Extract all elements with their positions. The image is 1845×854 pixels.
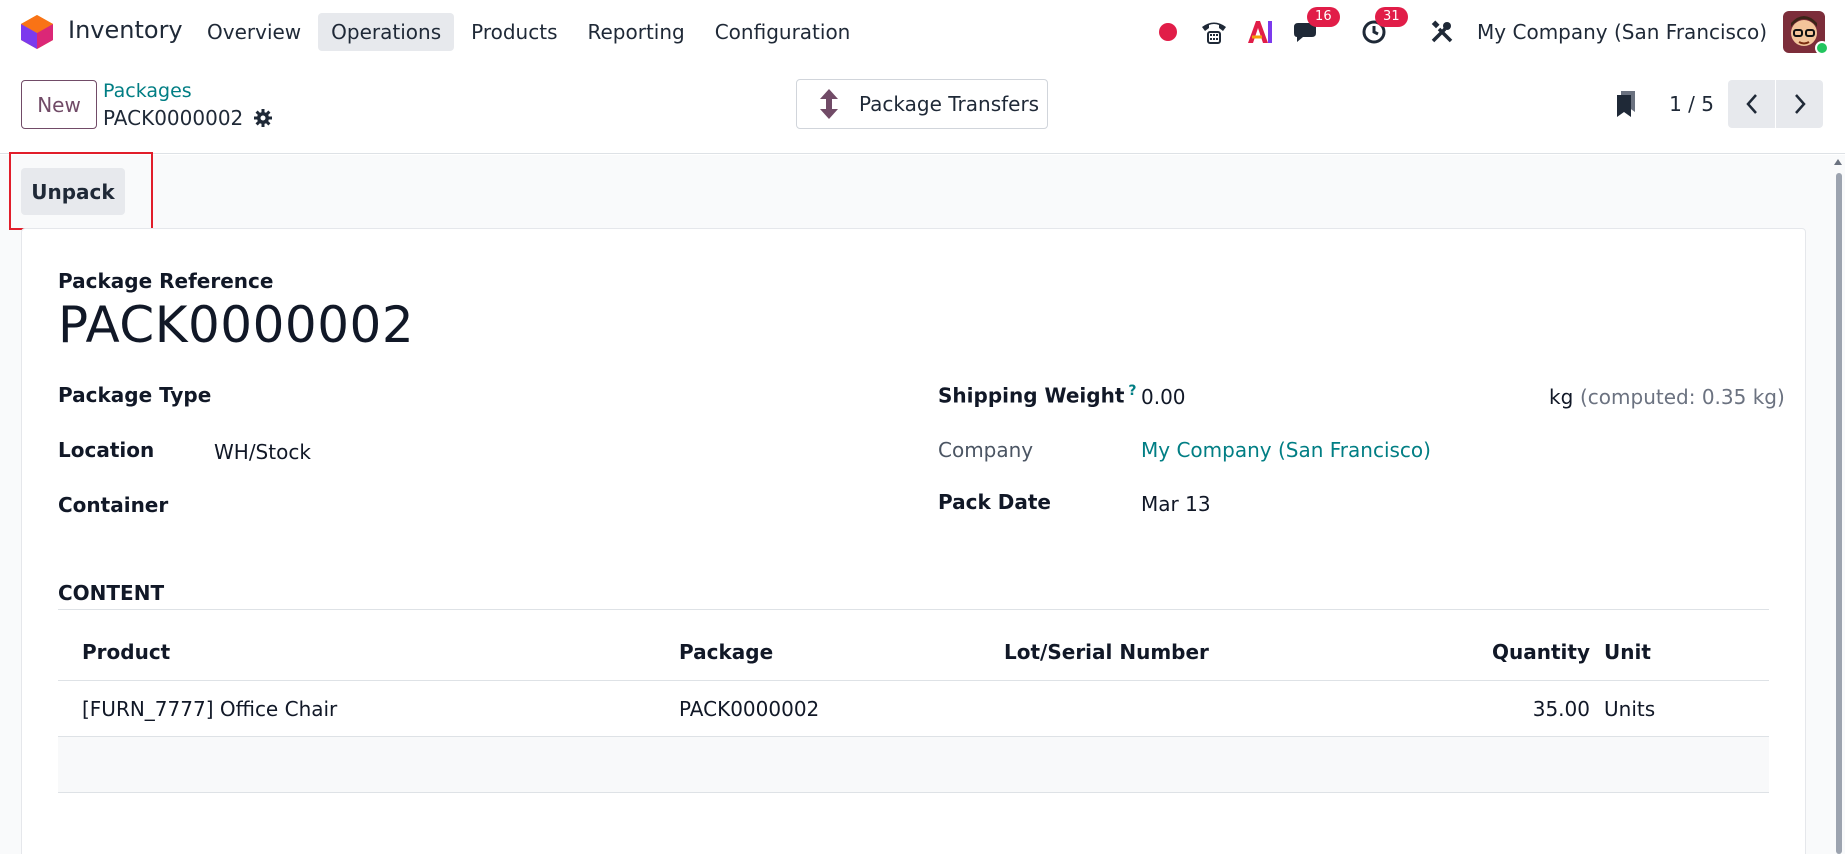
breadcrumb-current: PACK0000002 <box>103 106 273 130</box>
record-name: PACK0000002 <box>103 106 244 130</box>
cell-unit[interactable]: Units <box>1604 681 1655 737</box>
menu-configuration[interactable]: Configuration <box>702 13 864 51</box>
record-dot-icon[interactable] <box>1153 17 1183 47</box>
tools-icon[interactable] <box>1427 17 1457 47</box>
app-name[interactable]: Inventory <box>68 16 183 44</box>
main-menu: Overview Operations Products Reporting C… <box>194 13 863 51</box>
pack-date-field[interactable]: Mar 13 <box>1141 492 1211 516</box>
user-avatar[interactable] <box>1783 11 1829 55</box>
new-button[interactable]: New <box>21 80 97 129</box>
chevron-right-icon <box>1794 94 1806 114</box>
activities-badge: 31 <box>1375 7 1408 27</box>
company-label: Company <box>938 438 1034 462</box>
gear-icon[interactable] <box>253 108 273 128</box>
menu-products[interactable]: Products <box>458 13 570 51</box>
online-status-dot <box>1815 41 1829 55</box>
computed-weight: (computed: 0.35 kg) <box>1580 385 1785 409</box>
cell-product[interactable]: [FURN_7777] Office Chair <box>82 681 337 737</box>
form-sheet: Package Reference PACK0000002 Package Ty… <box>21 228 1806 854</box>
menu-reporting[interactable]: Reporting <box>574 13 697 51</box>
pager-next-button[interactable] <box>1776 80 1823 128</box>
shipping-weight-label: Shipping Weight? <box>938 383 1137 408</box>
menu-operations[interactable]: Operations <box>318 13 455 51</box>
cell-quantity[interactable]: 35.00 <box>1480 681 1590 737</box>
cell-package[interactable]: PACK0000002 <box>679 681 819 737</box>
column-header-quantity[interactable]: Quantity <box>1480 624 1590 680</box>
bookmark-icon[interactable] <box>1615 90 1637 118</box>
unpack-button[interactable]: Unpack <box>21 168 125 215</box>
location-field[interactable]: WH/Stock <box>214 440 311 464</box>
empty-table-row <box>58 737 1769 793</box>
company-field[interactable]: My Company (San Francisco) <box>1141 438 1431 462</box>
shipping-weight-label-text: Shipping Weight <box>938 383 1125 408</box>
phone-icon[interactable] <box>1199 17 1229 47</box>
top-navbar: Inventory Overview Operations Products R… <box>0 0 1845 64</box>
pager-previous-button[interactable] <box>1728 80 1775 128</box>
chat-icon[interactable]: 16 <box>1291 7 1340 47</box>
control-panel: New Packages PACK0000002 Package Transfe… <box>0 64 1845 154</box>
column-header-product[interactable]: Product <box>82 624 170 680</box>
clock-icon[interactable]: 31 <box>1359 7 1408 47</box>
scroll-up-arrow-icon[interactable] <box>1834 158 1842 166</box>
package-type-label: Package Type <box>58 383 212 407</box>
ai-icon[interactable] <box>1245 17 1275 47</box>
pager-value[interactable]: 1 / 5 <box>1669 92 1714 116</box>
container-label: Container <box>58 493 169 517</box>
help-tooltip-icon[interactable]: ? <box>1128 383 1136 399</box>
column-header-lot[interactable]: Lot/Serial Number <box>1004 624 1209 680</box>
menu-overview[interactable]: Overview <box>194 13 314 51</box>
breadcrumb-packages[interactable]: Packages <box>103 80 192 102</box>
scrollbar-thumb[interactable] <box>1836 173 1842 854</box>
messages-badge: 16 <box>1307 7 1340 27</box>
location-label: Location <box>58 438 155 462</box>
up-down-arrows-icon <box>820 89 838 119</box>
pack-date-label: Pack Date <box>938 490 1051 514</box>
systray: 16 31 My Company (San Francisco) <box>1153 7 1829 55</box>
pager: 1 / 5 <box>1615 80 1823 128</box>
weight-unit: kg <box>1549 385 1574 409</box>
inventory-logo-icon[interactable] <box>20 14 54 50</box>
package-transfers-button[interactable]: Package Transfers <box>796 79 1048 129</box>
section-divider <box>58 609 1769 610</box>
shipping-weight-field[interactable]: 0.00 <box>1141 385 1186 409</box>
column-header-unit[interactable]: Unit <box>1604 624 1651 680</box>
package-reference-value[interactable]: PACK0000002 <box>58 296 414 354</box>
package-reference-label: Package Reference <box>58 269 274 293</box>
column-header-package[interactable]: Package <box>679 624 773 680</box>
chevron-left-icon <box>1745 94 1757 114</box>
package-transfers-label: Package Transfers <box>859 92 1040 116</box>
company-switcher[interactable]: My Company (San Francisco) <box>1477 20 1767 44</box>
content-section-title: CONTENT <box>58 581 165 605</box>
